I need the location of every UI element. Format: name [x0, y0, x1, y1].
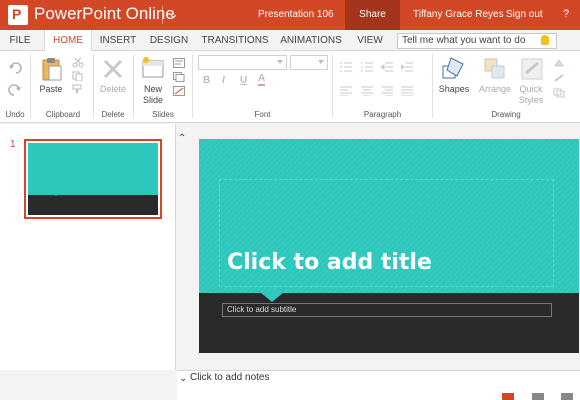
decrease-indent-icon[interactable]: [381, 62, 393, 72]
hide-slide-icon[interactable]: [173, 86, 185, 96]
new-slide-icon[interactable]: [141, 57, 165, 79]
justify-icon[interactable]: [401, 86, 413, 96]
numbering-icon[interactable]: [361, 62, 373, 72]
slide-sorter-icon[interactable]: [532, 393, 544, 400]
quick-styles-label-line2: Styles: [518, 95, 544, 105]
paste-icon[interactable]: [40, 57, 62, 81]
tab-insert[interactable]: INSERT: [96, 30, 140, 51]
group-divider: [432, 54, 433, 118]
cut-icon[interactable]: [72, 58, 84, 68]
divider: [162, 6, 163, 24]
align-left-icon[interactable]: [340, 86, 352, 96]
tab-animations[interactable]: ANIMATIONS: [278, 30, 344, 51]
quick-styles-icon[interactable]: [520, 57, 544, 81]
clipboard-group-label: Clipboard: [45, 110, 81, 119]
tab-design[interactable]: DESIGN: [146, 30, 192, 51]
align-right-icon[interactable]: [381, 86, 393, 96]
paragraph-group-label: Paragraph: [363, 110, 402, 119]
align-center-icon[interactable]: [361, 86, 373, 96]
drawing-group-label: Drawing: [491, 110, 521, 119]
underline-button[interactable]: U: [240, 75, 247, 86]
layout-icon[interactable]: [173, 58, 185, 68]
slide-number: 1: [10, 139, 16, 150]
copy-icon[interactable]: [72, 71, 84, 81]
tab-home[interactable]: HOME: [44, 30, 92, 52]
group-divider: [192, 54, 193, 118]
chevron-up-icon[interactable]: ⌃: [178, 133, 186, 144]
arrange-icon[interactable]: [483, 57, 507, 81]
normal-view-icon[interactable]: [502, 393, 514, 400]
shape-fill-icon[interactable]: [553, 58, 565, 68]
chevron-down-icon: [277, 60, 283, 64]
font-color-button[interactable]: A: [258, 74, 266, 86]
shape-outline-icon[interactable]: [553, 73, 565, 83]
sign-out-link[interactable]: Sign out: [506, 9, 543, 20]
delete-button[interactable]: Delete: [96, 84, 130, 94]
arrange-button[interactable]: Arrange: [476, 84, 514, 94]
new-slide-label-line1: New: [143, 84, 162, 94]
subtitle-placeholder[interactable]: Click to add subtitle: [222, 303, 552, 317]
bullets-icon[interactable]: [340, 62, 352, 72]
shapes-button[interactable]: Shapes: [436, 84, 472, 94]
tab-transitions[interactable]: TRANSITIONS: [200, 30, 270, 51]
font-group-label: Font: [254, 110, 271, 119]
group-divider: [332, 54, 333, 118]
thumbnail-top-area: [28, 143, 158, 195]
reading-view-icon[interactable]: [561, 393, 573, 400]
redo-icon[interactable]: [8, 84, 22, 96]
paste-button[interactable]: Paste: [36, 84, 66, 94]
powerpoint-logo-icon[interactable]: [8, 5, 28, 25]
shapes-icon[interactable]: [441, 56, 467, 82]
title-bar: PowerPoint Online ⌄ Presentation 106 Sha…: [0, 0, 580, 30]
slide-notch-triangle: [261, 293, 283, 302]
group-divider: [133, 54, 134, 118]
user-name[interactable]: Tiffany Grace Reyes: [413, 9, 504, 20]
delete-group-label: Delete: [101, 110, 125, 119]
powerpoint-online-window: PowerPoint Online ⌄ Presentation 106 Sha…: [0, 0, 580, 400]
chevron-down-icon: [318, 60, 324, 64]
slide-thumbnail[interactable]: [24, 139, 162, 219]
group-divider: [93, 54, 94, 118]
document-title[interactable]: Presentation 106: [258, 9, 334, 20]
new-slide-button[interactable]: New Slide: [137, 84, 169, 106]
font-size-dropdown[interactable]: [290, 55, 328, 70]
bold-button[interactable]: B: [203, 75, 210, 86]
increase-indent-icon[interactable]: [401, 62, 413, 72]
title-placeholder[interactable]: Click to add title: [227, 250, 432, 275]
share-button[interactable]: Share: [345, 0, 400, 30]
chevron-down-icon[interactable]: ⌄: [179, 373, 187, 384]
undo-group-label: Undo: [5, 110, 25, 119]
duplicate-slide-icon[interactable]: [173, 72, 185, 82]
lightbulb-icon: [541, 35, 549, 45]
thumbnail-bottom-area: [28, 195, 158, 215]
format-painter-icon[interactable]: [72, 84, 84, 94]
help-icon[interactable]: ?: [563, 8, 569, 20]
delete-icon[interactable]: [102, 58, 124, 80]
tell-me-search-input[interactable]: Tell me what you want to do: [397, 33, 557, 49]
slide-canvas[interactable]: Click to add title Click to add subtitle: [199, 139, 579, 353]
duplicate-shape-icon[interactable]: [553, 88, 565, 98]
tab-view[interactable]: VIEW: [352, 30, 388, 51]
thumbnail-notch: [52, 192, 60, 196]
notes-placeholder[interactable]: Click to add notes: [190, 372, 270, 383]
quick-styles-button[interactable]: Quick Styles: [514, 84, 548, 106]
new-slide-label-line2: Slide: [142, 95, 163, 105]
slides-group-label: Slides: [152, 110, 174, 119]
quick-styles-label-line1: Quick: [519, 84, 543, 94]
undo-icon[interactable]: [8, 62, 22, 74]
italic-button[interactable]: I: [222, 75, 225, 86]
app-name[interactable]: PowerPoint Online: [34, 4, 175, 24]
group-divider: [30, 54, 31, 118]
font-name-dropdown[interactable]: [198, 55, 287, 70]
chevron-down-icon[interactable]: ⌄: [168, 6, 179, 22]
tab-file[interactable]: FILE: [4, 30, 36, 51]
